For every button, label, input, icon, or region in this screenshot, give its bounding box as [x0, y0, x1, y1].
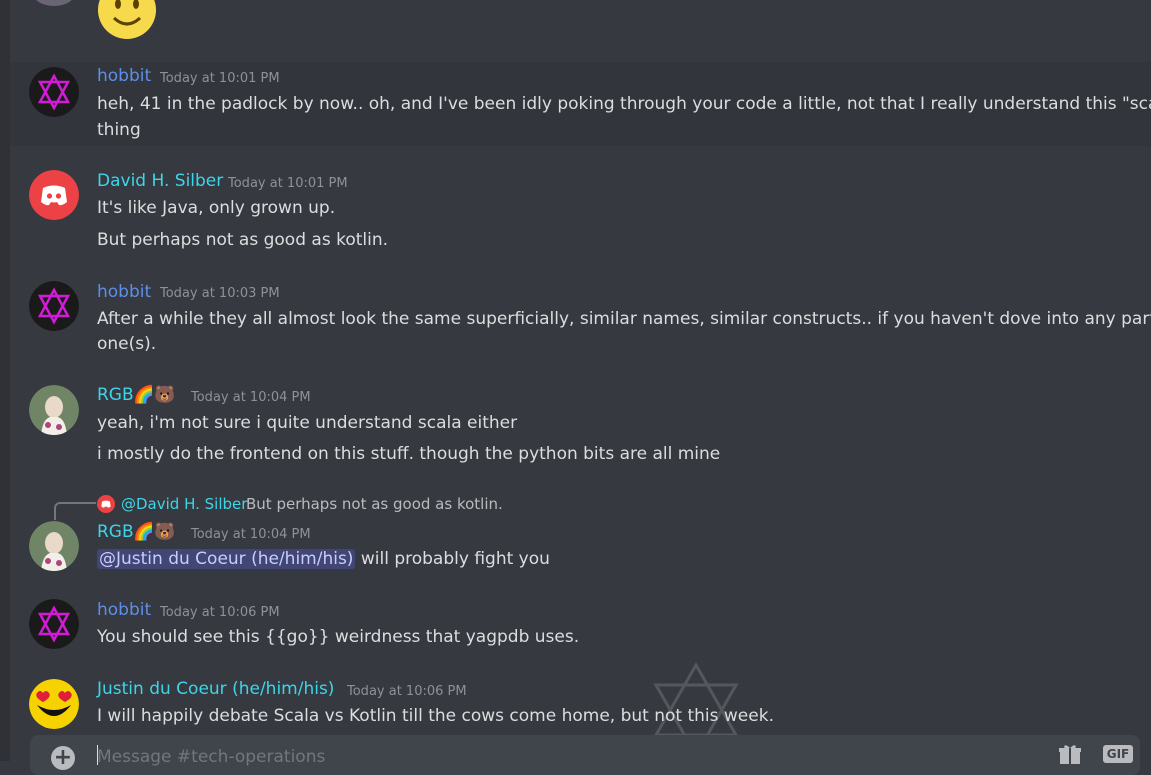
message-text: After a while they all almost look the s…: [97, 309, 1151, 329]
message-text: one(s).: [97, 334, 157, 354]
timestamp: Today at 10:01 PM: [228, 176, 348, 191]
author-name[interactable]: RGB: [97, 522, 134, 542]
rainbow-bear-emoji-icon: 🌈🐻: [133, 385, 176, 405]
timestamp: Today at 10:04 PM: [191, 527, 311, 542]
reply-text[interactable]: But perhaps not as good as kotlin.: [246, 495, 503, 513]
author-name[interactable]: RGB: [97, 385, 134, 405]
rgb-avatar[interactable]: [29, 385, 79, 435]
author-name[interactable]: hobbit: [97, 66, 151, 86]
message-text: You should see this {{go}} weirdness tha…: [97, 627, 580, 647]
smiley-emoji-icon: [98, 0, 156, 39]
rgb-avatar[interactable]: [29, 521, 79, 571]
author-name[interactable]: Justin du Coeur (he/him/his): [97, 679, 334, 699]
channel-edge: [0, 0, 10, 761]
message-input[interactable]: Message #tech-operations: [97, 747, 325, 767]
message-text: @Justin du Coeur (he/him/his) will proba…: [97, 546, 550, 572]
message-text: i mostly do the frontend on this stuff. …: [97, 444, 721, 464]
justin-avatar[interactable]: [29, 679, 79, 729]
author-name[interactable]: hobbit: [97, 282, 151, 302]
discord-logo-icon: [97, 495, 115, 513]
message-body: will probably fight you: [360, 549, 550, 569]
reply-connector: [54, 502, 96, 520]
hobbit-avatar[interactable]: [29, 67, 79, 117]
author-name[interactable]: hobbit: [97, 600, 151, 620]
reply-author[interactable]: @David H. Silber: [121, 495, 247, 513]
gif-button[interactable]: GIF: [1103, 745, 1133, 763]
message-text: But perhaps not as good as kotlin.: [97, 230, 389, 250]
hobbit-avatar[interactable]: [29, 599, 79, 649]
upload-plus-button[interactable]: +: [51, 746, 75, 770]
timestamp: Today at 10:03 PM: [160, 286, 280, 301]
message-text: heh, 41 in the padlock by now.. oh, and …: [97, 94, 1151, 114]
timestamp: Today at 10:01 PM: [160, 71, 280, 86]
timestamp: Today at 10:06 PM: [347, 684, 467, 699]
message-text: It's like Java, only grown up.: [97, 198, 336, 218]
message-text: thing: [97, 120, 141, 140]
partial-avatar[interactable]: [33, 0, 75, 6]
author-name[interactable]: David H. Silber: [97, 171, 223, 191]
gift-icon[interactable]: [1058, 744, 1082, 764]
timestamp: Today at 10:06 PM: [160, 605, 280, 620]
rainbow-bear-emoji-icon: 🌈🐻: [133, 522, 176, 542]
david-avatar[interactable]: [29, 170, 79, 220]
user-mention[interactable]: @Justin du Coeur (he/him/his): [97, 549, 356, 569]
hobbit-avatar[interactable]: [29, 281, 79, 331]
timestamp: Today at 10:04 PM: [191, 390, 311, 405]
message-text: yeah, i'm not sure i quite understand sc…: [97, 413, 518, 433]
text-caret: [97, 745, 98, 765]
